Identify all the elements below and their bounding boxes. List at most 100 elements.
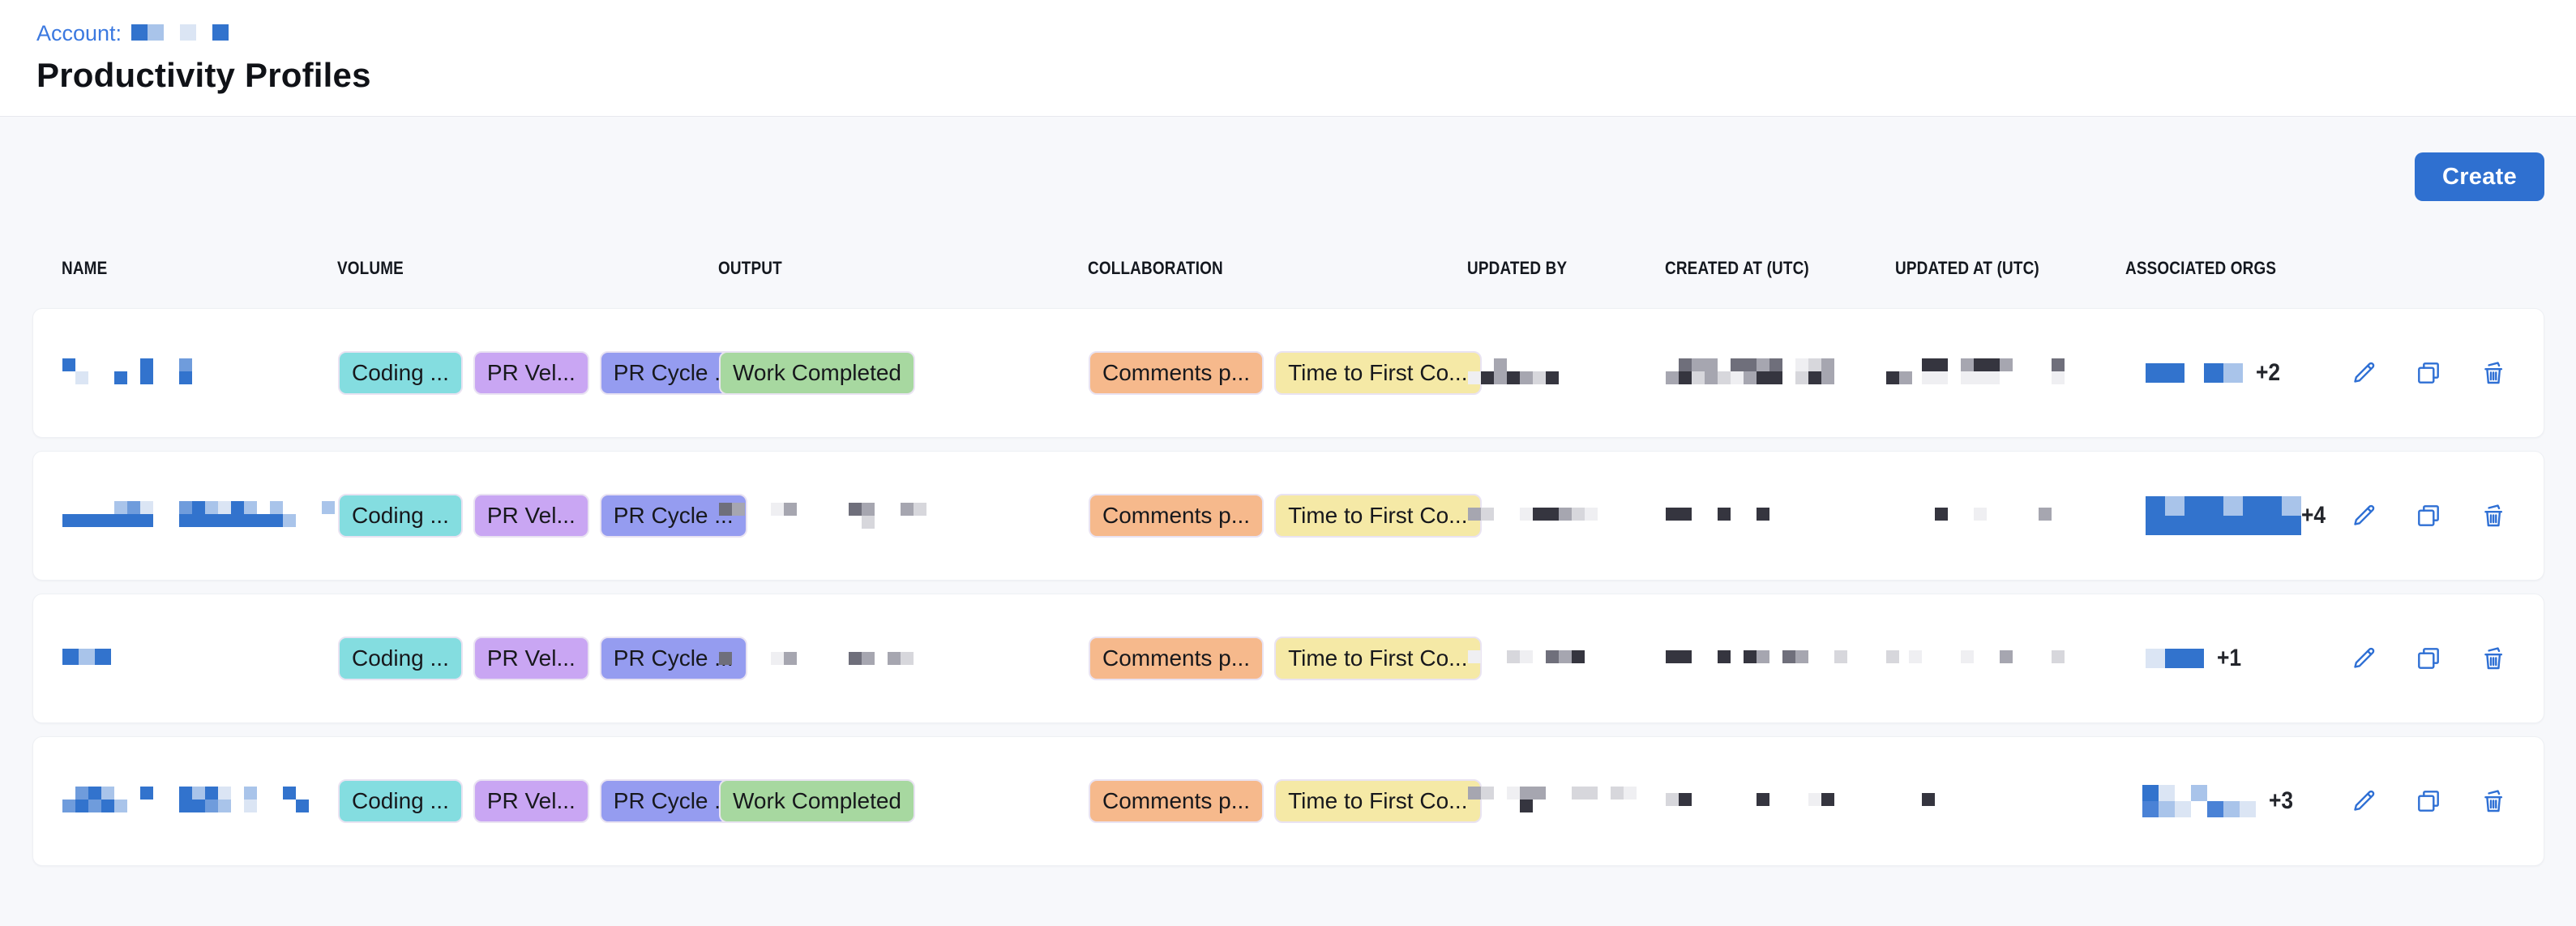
redacted-name: [62, 501, 335, 527]
edit-button[interactable]: [2349, 787, 2378, 816]
orgs-more-count: +1: [2217, 645, 2241, 672]
redaction-pixel: [2146, 516, 2165, 535]
edit-button[interactable]: [2349, 358, 2378, 388]
metric-badge-pr_velocity: PR Vel...: [473, 779, 589, 823]
redaction-pixel: [2165, 649, 2184, 668]
table-row: Coding ...PR Vel...PR Cycle ...Work Comp…: [32, 308, 2544, 438]
redaction-pixel: [1546, 508, 1559, 521]
account-redaction-blocks: [131, 24, 229, 41]
edit-icon: [2349, 521, 2378, 533]
column-header-label: UPDATED AT (UTC): [1895, 258, 2039, 279]
edit-button[interactable]: [2349, 501, 2378, 530]
delete-button[interactable]: [2479, 787, 2508, 816]
redaction-pixel: [140, 501, 153, 514]
redacted-updated-at: [1896, 793, 1935, 806]
profiles-table: NAMEVOLUMEOUTPUTCOLLABORATIONUPDATED BYC…: [32, 248, 2544, 866]
redaction-pixel: [771, 652, 784, 665]
column-header-updated-at-utc: UPDATED AT (UTC): [1895, 258, 2125, 279]
column-header-updated-by: UPDATED BY: [1467, 258, 1665, 279]
table-rows: Coding ...PR Vel...PR Cycle ...Work Comp…: [32, 308, 2544, 866]
redaction-pixel: [75, 514, 88, 527]
redacted-orgs: [2126, 785, 2256, 817]
redaction-pixel: [1679, 793, 1692, 806]
redaction-pixel: [1585, 787, 1598, 800]
delete-icon: [2479, 378, 2508, 390]
redaction-pixel: [244, 800, 257, 812]
redacted-updated-at: [1896, 358, 2065, 384]
duplicate-button[interactable]: [2414, 501, 2443, 530]
metric-badge-coding: Coding ...: [338, 779, 463, 823]
collaboration-cell: Comments p...Time to First Co...: [1089, 637, 1468, 680]
name-cell: [62, 787, 338, 817]
redaction-pixel: [1718, 371, 1731, 384]
redaction-pixel: [2052, 371, 2065, 384]
edit-button[interactable]: [2349, 644, 2378, 673]
redacted-updated-at: [1896, 650, 2065, 663]
redaction-pixel: [114, 800, 127, 812]
redaction-pixel: [1782, 650, 1795, 663]
redaction-pixel: [1922, 793, 1935, 806]
redacted-updated-by: [1468, 508, 1598, 521]
redaction-pixel: [88, 787, 101, 800]
redaction-pixel: [2142, 801, 2159, 817]
redaction-pixel: [1821, 793, 1834, 806]
redaction-pixel: [2175, 801, 2191, 817]
redaction-pixel: [1481, 508, 1494, 521]
redaction-pixel: [719, 652, 732, 665]
delete-button[interactable]: [2479, 644, 2508, 673]
redaction-pixel: [140, 358, 153, 371]
redaction-pixel: [62, 358, 75, 371]
duplicate-button[interactable]: [2414, 644, 2443, 673]
redaction-pixel: [2204, 516, 2223, 535]
account-label: Account:: [36, 21, 122, 46]
duplicate-button[interactable]: [2414, 787, 2443, 816]
delete-icon: [2479, 663, 2508, 675]
metric-badge-comments: Comments p...: [1089, 779, 1264, 823]
redaction-pixel: [862, 503, 875, 516]
edit-icon: [2349, 378, 2378, 390]
redaction-pixel: [2207, 801, 2223, 817]
redaction-pixel: [2165, 496, 2184, 516]
redaction-pixel: [179, 787, 192, 800]
redaction-pixel: [1507, 371, 1520, 384]
redaction-pixel: [62, 514, 75, 527]
redacted-updated-by: [1468, 358, 1559, 384]
redaction-pixel: [88, 514, 101, 527]
redaction-pixel: [114, 501, 127, 514]
redaction-pixel: [732, 503, 745, 516]
redaction-pixel: [2282, 496, 2301, 516]
redaction-pixel: [1744, 358, 1757, 371]
redaction-pixel: [192, 800, 205, 812]
redaction-pixel: [131, 24, 148, 41]
delete-button[interactable]: [2479, 358, 2508, 388]
delete-button[interactable]: [2479, 501, 2508, 530]
updated-at-cell: [1896, 793, 2126, 810]
redaction-pixel: [1481, 787, 1494, 800]
redaction-pixel: [1744, 650, 1757, 663]
redacted-updated-at: [1896, 508, 2052, 521]
redaction-pixel: [140, 787, 153, 800]
redaction-pixel: [2146, 649, 2165, 668]
edit-icon: [2349, 663, 2378, 675]
redaction-pixel: [114, 371, 127, 384]
account-line: Account:: [36, 0, 2576, 46]
redaction-pixel: [244, 501, 257, 514]
column-header-label: ASSOCIATED ORGS: [2125, 258, 2276, 279]
redaction-pixel: [2223, 516, 2243, 535]
redaction-pixel: [1692, 371, 1705, 384]
redacted-orgs: [2126, 363, 2243, 383]
redaction-pixel: [231, 501, 244, 514]
redaction-pixel: [2052, 358, 2065, 371]
redaction-pixel: [1795, 371, 1808, 384]
output-cell: Work Completed: [719, 779, 1089, 823]
redacted-output: [719, 503, 926, 529]
redaction-pixel: [1731, 371, 1744, 384]
redaction-pixel: [1974, 358, 1987, 371]
redaction-pixel: [1679, 371, 1692, 384]
metric-badge-comments: Comments p...: [1089, 637, 1264, 680]
create-button[interactable]: Create: [2415, 152, 2544, 201]
toolbar: Create: [0, 117, 2576, 201]
duplicate-button[interactable]: [2414, 358, 2443, 388]
column-header-label: UPDATED BY: [1467, 258, 1567, 279]
redaction-pixel: [127, 514, 140, 527]
